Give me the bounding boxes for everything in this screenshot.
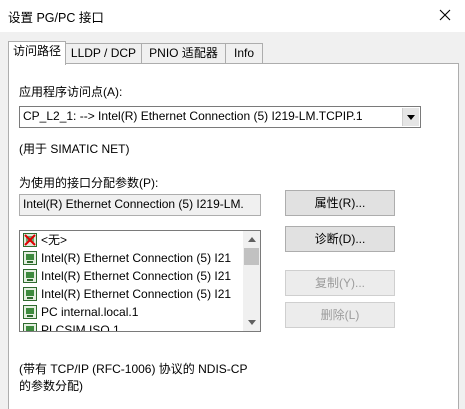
params-label: 为使用的接口分配参数(P): xyxy=(19,176,159,190)
tab-lldp-dcp[interactable]: LLDP / DCP xyxy=(65,43,142,64)
window-title: 设置 PG/PC 接口 xyxy=(8,11,104,25)
scroll-down-button[interactable] xyxy=(243,314,260,331)
access-point-note: (用于 SIMATIC NET) xyxy=(19,142,130,156)
tab-pnio-adapter[interactable]: PNIO 适配器 xyxy=(141,43,226,64)
network-adapter-icon xyxy=(23,305,37,319)
list-item-label: Intel(R) Ethernet Connection (5) I21 xyxy=(41,251,232,265)
chevron-down-icon xyxy=(407,114,415,120)
list-item[interactable]: PC internal.local.1 xyxy=(23,303,239,321)
list-item-label: Intel(R) Ethernet Connection (5) I21 xyxy=(41,287,232,301)
chevron-up-icon xyxy=(247,237,256,242)
access-point-label: 应用程序访问点(A): xyxy=(19,85,123,99)
tab-access-path[interactable]: 访问路径 xyxy=(8,41,66,65)
tab-info[interactable]: Info xyxy=(225,43,263,64)
network-adapter-icon xyxy=(23,251,37,265)
tab-panel: 应用程序访问点(A): CP_L2_1: --> Intel(R) Ethern… xyxy=(8,63,459,409)
access-point-value: CP_L2_1: --> Intel(R) Ethernet Connectio… xyxy=(23,109,363,123)
list-item-label: PLCSIM.ISO.1 xyxy=(41,323,120,332)
list-item-label: Intel(R) Ethernet Connection (5) I21 xyxy=(41,269,232,283)
network-adapter-icon xyxy=(23,323,37,331)
copy-button[interactable]: 复制(Y)... xyxy=(285,270,395,296)
list-item-label: <无> xyxy=(41,233,68,247)
list-item-label: PC internal.local.1 xyxy=(41,305,139,319)
list-item[interactable]: <无> xyxy=(23,231,239,249)
chevron-down-icon xyxy=(247,320,256,325)
diagnostics-button[interactable]: 诊断(D)... xyxy=(285,226,395,252)
list-item[interactable]: Intel(R) Ethernet Connection (5) I21 xyxy=(23,249,239,267)
dropdown-button[interactable] xyxy=(402,108,419,126)
delete-button[interactable]: 删除(L) xyxy=(285,302,395,328)
scroll-up-button[interactable] xyxy=(243,231,260,248)
none-icon xyxy=(23,233,37,247)
selected-interface-field: Intel(R) Ethernet Connection (5) I219-LM… xyxy=(19,194,261,216)
access-point-select[interactable]: CP_L2_1: --> Intel(R) Ethernet Connectio… xyxy=(19,106,421,128)
list-scrollbar[interactable] xyxy=(243,231,260,331)
properties-button[interactable]: 属性(R)... xyxy=(285,190,395,216)
footnote-line2: 的参数分配) xyxy=(19,379,83,393)
close-button[interactable] xyxy=(430,4,460,26)
interface-list[interactable]: <无> Intel(R) Ethernet Connection (5) I21… xyxy=(19,230,261,332)
scroll-thumb[interactable] xyxy=(244,248,259,265)
selected-interface-value: Intel(R) Ethernet Connection (5) I219-LM… xyxy=(23,197,244,211)
network-adapter-icon xyxy=(23,269,37,283)
network-adapter-icon xyxy=(23,287,37,301)
list-item[interactable]: Intel(R) Ethernet Connection (5) I21 xyxy=(23,267,239,285)
list-item[interactable]: PLCSIM.ISO.1 xyxy=(23,321,239,332)
footnote-line1: (带有 TCP/IP (RFC-1006) 协议的 NDIS-CP xyxy=(19,362,248,376)
close-icon xyxy=(439,9,451,21)
title-bar: 设置 PG/PC 接口 xyxy=(0,0,465,32)
list-item[interactable]: Intel(R) Ethernet Connection (5) I21 xyxy=(23,285,239,303)
